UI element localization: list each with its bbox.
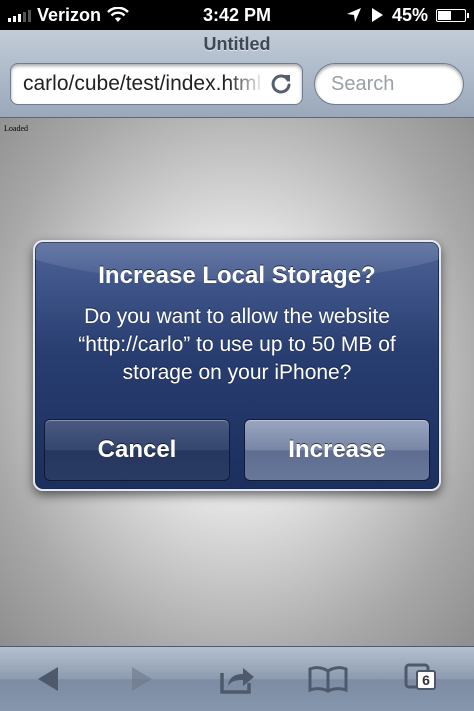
status-left: Verizon — [8, 5, 129, 26]
pages-button[interactable]: 6 — [402, 661, 442, 697]
bookmarks-icon — [308, 666, 348, 693]
alert-message: Do you want to allow the website “http:/… — [78, 305, 396, 384]
forward-button[interactable] — [122, 661, 162, 697]
battery-icon — [436, 8, 469, 22]
alert-buttons: Cancel Increase — [44, 419, 430, 481]
page-status-text: Loaded — [4, 124, 28, 133]
pages-count: 6 — [416, 670, 436, 690]
battery-percent: 45% — [391, 4, 428, 25]
cancel-button[interactable]: Cancel — [44, 419, 230, 481]
battery-level — [438, 10, 451, 20]
page-title: Untitled — [203, 34, 271, 54]
share-button[interactable] — [218, 661, 258, 697]
carrier-name: Verizon — [37, 4, 102, 25]
signal-strength-icon — [8, 8, 31, 22]
back-arrow-icon — [38, 667, 58, 691]
bookmarks-button[interactable] — [308, 661, 348, 697]
url-text[interactable]: carlo/cube/test/index.html — [23, 72, 264, 96]
status-right: 45% — [346, 4, 469, 26]
browser-header: Untitled carlo/cube/test/index.html Sear… — [0, 30, 474, 118]
wifi-icon — [107, 7, 129, 22]
forward-arrow-icon — [132, 667, 152, 691]
reload-icon[interactable] — [268, 71, 294, 97]
browser-toolbar: 6 — [0, 646, 474, 711]
search-placeholder: Search — [331, 72, 395, 95]
address-bar[interactable]: carlo/cube/test/index.html — [10, 63, 303, 105]
status-bar: Verizon 3:42 PM 45% — [0, 0, 474, 30]
storage-alert-dialog: Increase Local Storage? Do you want to a… — [33, 240, 441, 491]
search-input[interactable]: Search — [314, 63, 464, 105]
increase-button[interactable]: Increase — [244, 419, 430, 481]
location-arrow-icon — [346, 8, 361, 22]
alert-title: Increase Local Storage? — [98, 262, 376, 289]
play-icon — [371, 8, 383, 22]
back-button[interactable] — [28, 661, 68, 697]
share-icon — [220, 668, 254, 694]
